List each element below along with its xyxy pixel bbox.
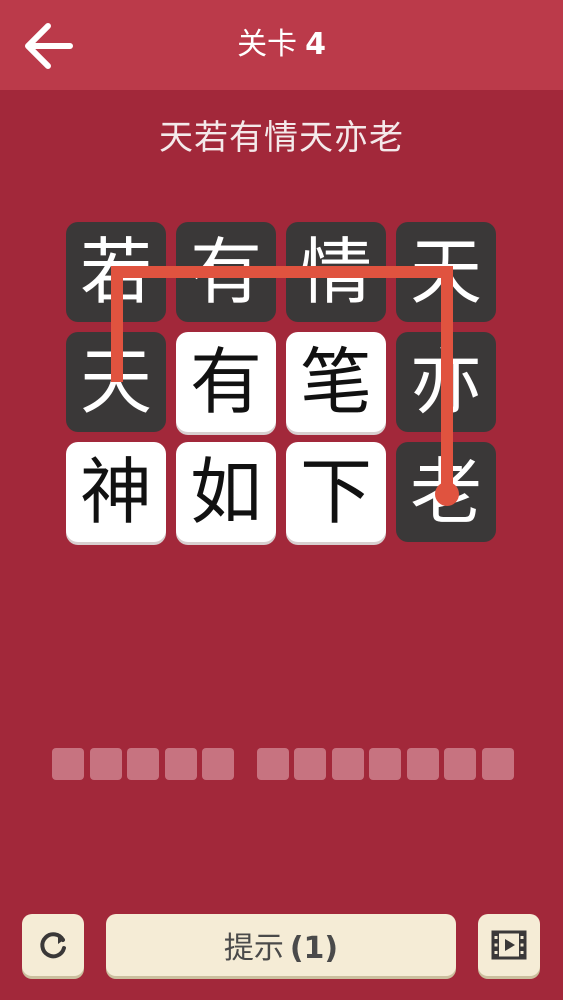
answer-slot [127, 748, 159, 780]
hint-label-wrap: 提示 (1) [224, 923, 338, 967]
tile-r1-c2[interactable]: 有 [176, 222, 276, 322]
level-title-prefix: 关卡 [237, 27, 298, 62]
answer-slot [202, 748, 234, 780]
answer-slot [294, 748, 326, 780]
answer-slot [331, 748, 364, 780]
hint-button[interactable]: 提示 (1) [106, 914, 456, 976]
film-icon [491, 930, 527, 960]
tile-r3-c1[interactable]: 神 [66, 442, 166, 542]
answer-slot [444, 748, 476, 780]
tile-r3-c3[interactable]: 下 [286, 442, 386, 542]
hint-count: (1) [289, 931, 339, 966]
tile-r1-c3[interactable]: 情 [286, 222, 386, 322]
tile-r2-c1[interactable]: 天 [66, 332, 166, 432]
answer-slot [481, 748, 514, 780]
level-number: 4 [305, 27, 326, 62]
video-button[interactable] [478, 914, 540, 976]
tile-r3-c2[interactable]: 如 [176, 442, 276, 542]
tile-r2-c2[interactable]: 有 [176, 332, 276, 432]
target-phrase: 天若有情天亦老 [159, 118, 404, 158]
tile-r2-c3[interactable]: 笔 [286, 332, 386, 432]
tile-r2-c4[interactable]: 亦 [396, 332, 496, 432]
top-bar: 关卡 4 [0, 0, 563, 90]
answer-slot [406, 748, 439, 780]
answer-slot [52, 748, 84, 780]
level-title: 关卡 4 [0, 0, 563, 90]
answer-slot [164, 748, 197, 780]
answer-slot [89, 748, 122, 780]
restart-icon [40, 932, 66, 959]
restart-button[interactable] [22, 914, 84, 976]
answer-slot [256, 748, 289, 780]
answer-slot [369, 748, 401, 780]
answer-slots [0, 748, 563, 780]
tile-r1-c4[interactable]: 天 [396, 222, 496, 322]
tile-r3-c4[interactable]: 老 [396, 442, 496, 542]
hint-label: 提示 [223, 931, 284, 966]
tile-r1-c1[interactable]: 若 [66, 222, 166, 322]
